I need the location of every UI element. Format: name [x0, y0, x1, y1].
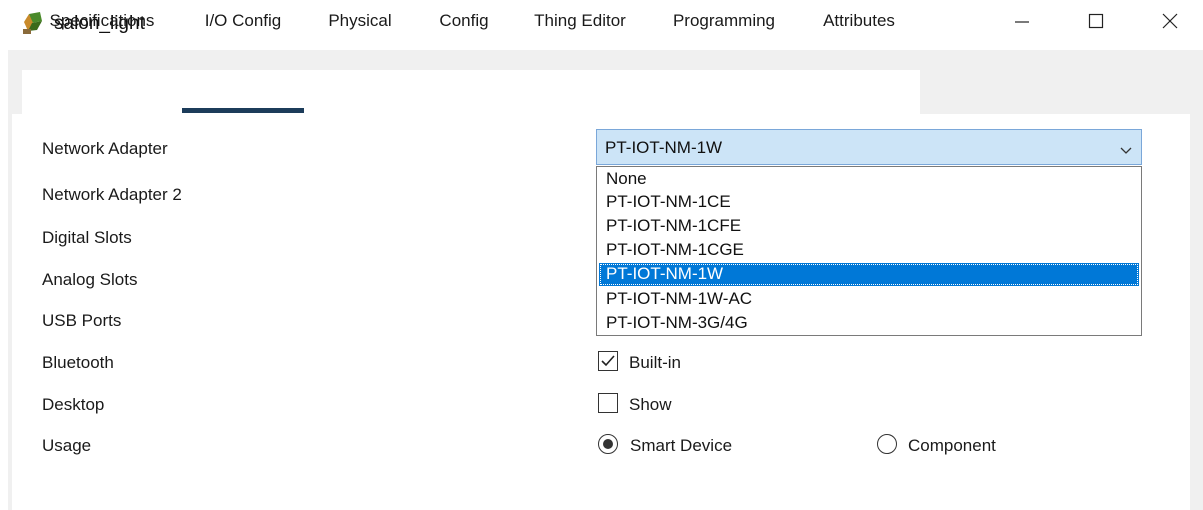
- smart-device-radio-label[interactable]: Smart Device: [630, 436, 732, 456]
- radio-selected-dot: [603, 439, 613, 449]
- close-button[interactable]: [1141, 0, 1199, 46]
- tab-strip: [22, 70, 920, 114]
- component-radio-label[interactable]: Component: [908, 436, 996, 456]
- close-icon: [1162, 13, 1178, 34]
- bluetooth-label: Bluetooth: [42, 353, 114, 372]
- tab-attributes[interactable]: Attributes: [806, 0, 912, 44]
- tab-specifications[interactable]: Specifications: [30, 0, 174, 44]
- desktop-label: Desktop: [42, 395, 105, 414]
- tab-physical[interactable]: Physical: [312, 0, 408, 44]
- network-adapter-value: PT-IOT-NM-1W: [605, 138, 723, 157]
- bluetooth-checkbox[interactable]: [598, 351, 618, 371]
- maximize-button[interactable]: [1067, 0, 1125, 46]
- network-adapter-dropdown[interactable]: None PT-IOT-NM-1CE PT-IOT-NM-1CFE PT-IOT…: [596, 166, 1142, 336]
- option-pt-iot-nm-1w-ac[interactable]: PT-IOT-NM-1W-AC: [599, 288, 1139, 311]
- option-pt-iot-nm-1cge[interactable]: PT-IOT-NM-1CGE: [599, 239, 1139, 262]
- digital-slots-label: Digital Slots: [42, 228, 132, 247]
- option-pt-iot-nm-1w[interactable]: PT-IOT-NM-1W: [599, 263, 1139, 286]
- option-pt-iot-nm-3g-4g[interactable]: PT-IOT-NM-3G/4G: [599, 312, 1139, 335]
- option-none[interactable]: None: [599, 168, 1139, 191]
- active-tab-indicator: [182, 108, 304, 113]
- desktop-checkbox[interactable]: [598, 393, 618, 413]
- network-adapter-label: Network Adapter: [42, 139, 168, 158]
- usage-label: Usage: [42, 436, 92, 455]
- tab-config[interactable]: Config: [424, 0, 504, 44]
- network-adapter-2-label: Network Adapter 2: [42, 185, 182, 204]
- analog-slots-label: Analog Slots: [42, 270, 138, 289]
- network-adapter-select[interactable]: PT-IOT-NM-1W: [596, 129, 1142, 165]
- bluetooth-checkbox-label[interactable]: Built-in: [629, 353, 681, 373]
- option-pt-iot-nm-1cfe[interactable]: PT-IOT-NM-1CFE: [599, 215, 1139, 238]
- maximize-icon: [1088, 13, 1104, 34]
- minimize-button[interactable]: [993, 0, 1051, 46]
- tab-thing-editor[interactable]: Thing Editor: [518, 0, 642, 44]
- tab-programming[interactable]: Programming: [656, 0, 792, 44]
- tab-io-config[interactable]: I/O Config: [184, 0, 302, 44]
- desktop-checkbox-label[interactable]: Show: [629, 395, 672, 415]
- usb-ports-label: USB Ports: [42, 311, 122, 330]
- minimize-icon: [1014, 13, 1030, 34]
- chevron-down-icon: [1119, 142, 1133, 154]
- smart-device-radio[interactable]: [598, 434, 618, 454]
- component-radio[interactable]: [877, 434, 897, 454]
- option-pt-iot-nm-1ce[interactable]: PT-IOT-NM-1CE: [599, 191, 1139, 214]
